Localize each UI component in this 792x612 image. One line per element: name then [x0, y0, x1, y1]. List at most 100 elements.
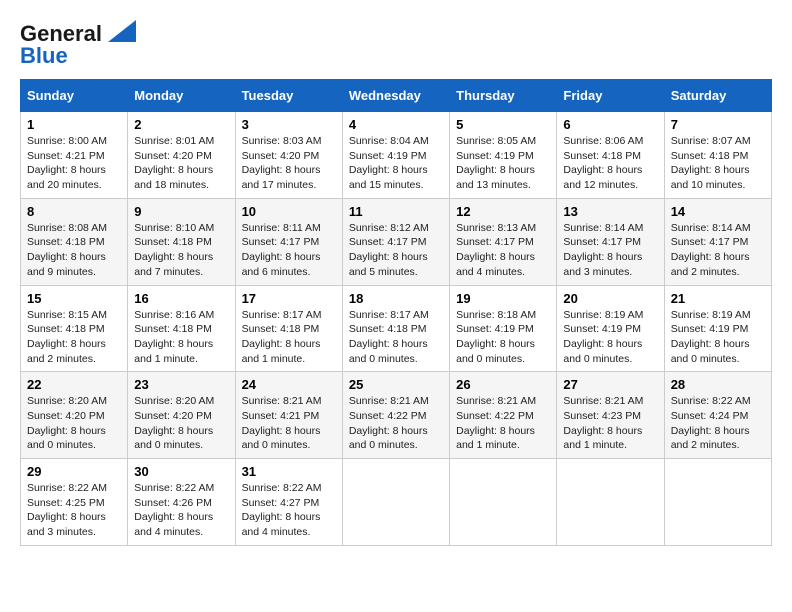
- calendar-cell: 22Sunrise: 8:20 AMSunset: 4:20 PMDayligh…: [21, 372, 128, 459]
- calendar-cell: 31Sunrise: 8:22 AMSunset: 4:27 PMDayligh…: [235, 459, 342, 546]
- calendar-cell: 19Sunrise: 8:18 AMSunset: 4:19 PMDayligh…: [450, 285, 557, 372]
- cell-info: Sunrise: 8:13 AMSunset: 4:17 PMDaylight:…: [456, 221, 550, 280]
- calendar: SundayMondayTuesdayWednesdayThursdayFrid…: [20, 79, 772, 546]
- day-number: 12: [456, 204, 550, 219]
- day-number: 23: [134, 377, 228, 392]
- calendar-cell: [342, 459, 449, 546]
- day-number: 4: [349, 117, 443, 132]
- logo-blue-text: Blue: [20, 43, 68, 69]
- day-number: 31: [242, 464, 336, 479]
- cell-info: Sunrise: 8:21 AMSunset: 4:23 PMDaylight:…: [563, 394, 657, 453]
- calendar-cell: 8 Sunrise: 8:08 AMSunset: 4:18 PMDaylight…: [21, 198, 128, 285]
- cell-info: Sunrise: 8:06 AMSunset: 4:18 PMDaylight:…: [563, 134, 657, 193]
- week-row-4: 22 Sunrise: 8:20 AMSunset: 4:20 PMDayligh…: [21, 372, 772, 459]
- cell-info: Sunrise: 8:22 AMSunset: 4:26 PMDaylight:…: [134, 481, 228, 540]
- calendar-cell: 17 Sunrise: 8:17 AMSunset: 4:18 PMDayligh…: [235, 285, 342, 372]
- calendar-cell: 25 Sunrise: 8:21 AMSunset: 4:22 PMDayligh…: [342, 372, 449, 459]
- day-number: 21: [671, 291, 765, 306]
- day-number: 5: [456, 117, 550, 132]
- cell-info: Sunrise: 8:15 AMSunset: 4:18 PMDaylight:…: [27, 308, 121, 367]
- cell-info: Sunrise: 8:12 AMSunset: 4:17 PMDaylight:…: [349, 221, 443, 280]
- calendar-cell: 10 Sunrise: 8:11 AMSunset: 4:17 PMDayligh…: [235, 198, 342, 285]
- calendar-cell: 28 Sunrise: 8:22 AMSunset: 4:24 PMDayligh…: [664, 372, 771, 459]
- cell-info: Sunrise: 8:14 AMSunset: 4:17 PMDaylight:…: [671, 221, 765, 280]
- cell-info: Sunrise: 8:00 AMSunset: 4:21 PMDaylight:…: [27, 134, 121, 193]
- day-number: 7: [671, 117, 765, 132]
- day-number: 6: [563, 117, 657, 132]
- day-number: 28: [671, 377, 765, 392]
- day-number: 11: [349, 204, 443, 219]
- calendar-cell: 29 Sunrise: 8:22 AMSunset: 4:25 PMDayligh…: [21, 459, 128, 546]
- calendar-cell: 23 Sunrise: 8:20 AMSunset: 4:20 PMDayligh…: [128, 372, 235, 459]
- cell-info: Sunrise: 8:07 AMSunset: 4:18 PMDaylight:…: [671, 134, 765, 193]
- calendar-cell: 3 Sunrise: 8:03 AMSunset: 4:20 PMDaylight…: [235, 112, 342, 199]
- header-sunday: Sunday: [21, 80, 128, 112]
- calendar-cell: 16 Sunrise: 8:16 AMSunset: 4:18 PMDayligh…: [128, 285, 235, 372]
- calendar-cell: 18 Sunrise: 8:17 AMSunset: 4:18 PMDayligh…: [342, 285, 449, 372]
- calendar-cell: [664, 459, 771, 546]
- day-number: 17: [242, 291, 336, 306]
- day-number: 16: [134, 291, 228, 306]
- cell-info: Sunrise: 8:17 AMSunset: 4:18 PMDaylight:…: [242, 308, 336, 367]
- calendar-cell: 27Sunrise: 8:21 AMSunset: 4:23 PMDayligh…: [557, 372, 664, 459]
- cell-info: Sunrise: 8:10 AMSunset: 4:18 PMDaylight:…: [134, 221, 228, 280]
- cell-info: Sunrise: 8:05 AMSunset: 4:19 PMDaylight:…: [456, 134, 550, 193]
- cell-info: Sunrise: 8:21 AMSunset: 4:21 PMDaylight:…: [242, 394, 336, 453]
- cell-info: Sunrise: 8:21 AMSunset: 4:22 PMDaylight:…: [349, 394, 443, 453]
- calendar-cell: 20 Sunrise: 8:19 AMSunset: 4:19 PMDayligh…: [557, 285, 664, 372]
- calendar-cell: 11 Sunrise: 8:12 AMSunset: 4:17 PMDayligh…: [342, 198, 449, 285]
- day-number: 24: [242, 377, 336, 392]
- cell-info: Sunrise: 8:22 AMSunset: 4:25 PMDaylight:…: [27, 481, 121, 540]
- calendar-header-row: SundayMondayTuesdayWednesdayThursdayFrid…: [21, 80, 772, 112]
- day-number: 9: [134, 204, 228, 219]
- day-number: 10: [242, 204, 336, 219]
- day-number: 14: [671, 204, 765, 219]
- cell-info: Sunrise: 8:08 AMSunset: 4:18 PMDaylight:…: [27, 221, 121, 280]
- cell-info: Sunrise: 8:19 AMSunset: 4:19 PMDaylight:…: [563, 308, 657, 367]
- cell-info: Sunrise: 8:03 AMSunset: 4:20 PMDaylight:…: [242, 134, 336, 193]
- day-number: 26: [456, 377, 550, 392]
- day-number: 22: [27, 377, 121, 392]
- day-number: 3: [242, 117, 336, 132]
- cell-info: Sunrise: 8:11 AMSunset: 4:17 PMDaylight:…: [242, 221, 336, 280]
- header: General Blue: [20, 20, 772, 69]
- header-monday: Monday: [128, 80, 235, 112]
- cell-info: Sunrise: 8:16 AMSunset: 4:18 PMDaylight:…: [134, 308, 228, 367]
- calendar-cell: 13 Sunrise: 8:14 AMSunset: 4:17 PMDayligh…: [557, 198, 664, 285]
- day-number: 19: [456, 291, 550, 306]
- cell-info: Sunrise: 8:19 AMSunset: 4:19 PMDaylight:…: [671, 308, 765, 367]
- cell-info: Sunrise: 8:14 AMSunset: 4:17 PMDaylight:…: [563, 221, 657, 280]
- header-wednesday: Wednesday: [342, 80, 449, 112]
- calendar-cell: [450, 459, 557, 546]
- day-number: 1: [27, 117, 121, 132]
- cell-info: Sunrise: 8:22 AMSunset: 4:24 PMDaylight:…: [671, 394, 765, 453]
- calendar-cell: 2 Sunrise: 8:01 AMSunset: 4:20 PMDaylight…: [128, 112, 235, 199]
- day-number: 29: [27, 464, 121, 479]
- day-number: 30: [134, 464, 228, 479]
- calendar-cell: 1 Sunrise: 8:00 AMSunset: 4:21 PMDaylight…: [21, 112, 128, 199]
- logo: General Blue: [20, 20, 136, 69]
- calendar-cell: 14 Sunrise: 8:14 AMSunset: 4:17 PMDayligh…: [664, 198, 771, 285]
- week-row-2: 8 Sunrise: 8:08 AMSunset: 4:18 PMDaylight…: [21, 198, 772, 285]
- calendar-cell: [557, 459, 664, 546]
- calendar-cell: 6 Sunrise: 8:06 AMSunset: 4:18 PMDaylight…: [557, 112, 664, 199]
- day-number: 8: [27, 204, 121, 219]
- calendar-cell: 9 Sunrise: 8:10 AMSunset: 4:18 PMDaylight…: [128, 198, 235, 285]
- day-number: 2: [134, 117, 228, 132]
- day-number: 20: [563, 291, 657, 306]
- logo-icon: [108, 20, 136, 42]
- calendar-cell: 4Sunrise: 8:04 AMSunset: 4:19 PMDaylight…: [342, 112, 449, 199]
- week-row-5: 29 Sunrise: 8:22 AMSunset: 4:25 PMDayligh…: [21, 459, 772, 546]
- header-tuesday: Tuesday: [235, 80, 342, 112]
- cell-info: Sunrise: 8:20 AMSunset: 4:20 PMDaylight:…: [134, 394, 228, 453]
- cell-info: Sunrise: 8:17 AMSunset: 4:18 PMDaylight:…: [349, 308, 443, 367]
- calendar-cell: 24 Sunrise: 8:21 AMSunset: 4:21 PMDayligh…: [235, 372, 342, 459]
- week-row-3: 15 Sunrise: 8:15 AMSunset: 4:18 PMDayligh…: [21, 285, 772, 372]
- cell-info: Sunrise: 8:01 AMSunset: 4:20 PMDaylight:…: [134, 134, 228, 193]
- calendar-cell: 7 Sunrise: 8:07 AMSunset: 4:18 PMDaylight…: [664, 112, 771, 199]
- day-number: 25: [349, 377, 443, 392]
- day-number: 13: [563, 204, 657, 219]
- day-number: 18: [349, 291, 443, 306]
- day-number: 15: [27, 291, 121, 306]
- calendar-cell: 26Sunrise: 8:21 AMSunset: 4:22 PMDayligh…: [450, 372, 557, 459]
